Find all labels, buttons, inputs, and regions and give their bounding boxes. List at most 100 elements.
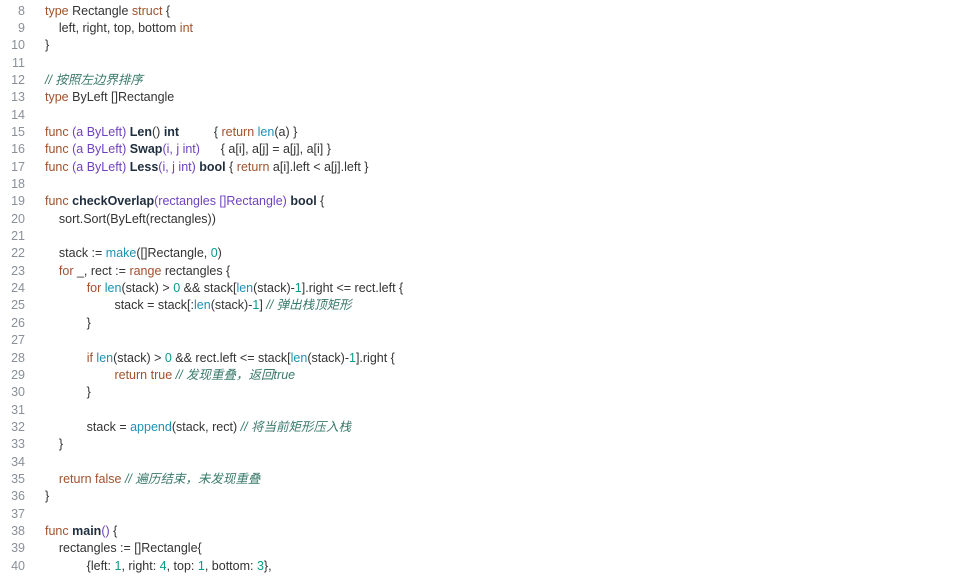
code-text: rectangles := []Rectangle{ — [45, 540, 202, 557]
code-token: func — [45, 142, 69, 157]
code-line[interactable]: 24 for len(stack) > 0 && stack[len(stack… — [0, 280, 958, 297]
code-text: } — [45, 436, 63, 453]
code-token: int — [179, 20, 193, 35]
code-line[interactable]: 34 — [0, 454, 958, 471]
line-number: 8 — [18, 3, 25, 18]
code-text: type ByLeft []Rectangle — [45, 89, 174, 106]
code-token: _, rect := — [73, 263, 130, 278]
code-token: 0 — [164, 350, 172, 365]
code-text: } — [45, 384, 91, 401]
code-token: // 发现重叠，返回true — [175, 367, 296, 382]
code-token: (stack)- — [307, 350, 349, 365]
code-token: (a) } — [274, 124, 298, 139]
code-line[interactable]: 26 } — [0, 315, 958, 332]
code-line[interactable]: 31 — [0, 402, 958, 419]
code-token: func — [45, 524, 69, 538]
code-text: } — [45, 488, 49, 505]
line-number: 16 — [11, 142, 25, 157]
code-token: } — [45, 489, 50, 504]
line-number: 17 — [11, 159, 25, 174]
code-text: func main() { — [45, 523, 117, 540]
code-line[interactable]: 35 return false // 遍历结束，未发现重叠 — [0, 471, 958, 488]
code-line[interactable]: 9 left, right, top, bottom int — [0, 20, 958, 37]
code-line[interactable]: 37 — [0, 506, 958, 523]
code-token: range — [129, 263, 162, 278]
code-line[interactable]: 25 stack = stack[:len(stack)-1] // 弹出栈顶矩… — [0, 297, 958, 314]
code-line[interactable]: 28 if len(stack) > 0 && rect.left <= sta… — [0, 350, 958, 367]
code-token: bool — [199, 159, 226, 174]
code-line[interactable]: 19 func checkOverlap(rectangles []Rectang… — [0, 193, 958, 210]
code-text: {left: 1, right: 4, top: 1, bottom: 3}, — [45, 558, 272, 575]
code-token: ByLeft []Rectangle — [68, 90, 175, 105]
code-line[interactable]: 38 func main() { — [0, 523, 958, 540]
code-token: } — [45, 38, 50, 53]
code-line[interactable]: 30 } — [0, 384, 958, 401]
code-line[interactable]: 36} — [0, 488, 958, 505]
code-token: false — [95, 471, 122, 486]
code-token: append — [130, 419, 172, 434]
code-token: (stack) > — [121, 281, 174, 296]
code-line[interactable]: 23 for _, rect := range rectangles { — [0, 263, 958, 280]
line-number: 31 — [11, 402, 25, 417]
code-line[interactable]: 17 func (a ByLeft) Less(i, j int) bool { … — [0, 159, 958, 176]
code-token: stack = — [45, 419, 131, 434]
line-number: 39 — [11, 541, 25, 556]
line-number: 27 — [11, 333, 25, 348]
code-line[interactable]: 40 {left: 1, right: 4, top: 1, bottom: 3… — [0, 558, 958, 575]
code-line[interactable]: 15 func (a ByLeft) Len() int { return len… — [0, 124, 958, 141]
line-number: 38 — [11, 524, 25, 538]
code-token: (stack) > — [113, 350, 165, 365]
code-text: } — [45, 37, 49, 54]
code-text: stack := make([]Rectangle, 0) — [45, 245, 222, 262]
code-text: stack = append(stack, rect) // 将当前矩形压入栈 — [45, 419, 351, 436]
code-line[interactable]: 39 rectangles := []Rectangle{ — [0, 540, 958, 557]
line-number: 34 — [11, 454, 25, 469]
code-line[interactable]: 16 func (a ByLeft) Swap(i, j int) { a[i],… — [0, 141, 958, 158]
line-number: 21 — [11, 229, 25, 244]
code-token: ].right { — [355, 350, 395, 365]
code-token: Rectangle — [68, 3, 132, 18]
code-token: for — [58, 263, 74, 278]
code-line[interactable]: 13 type ByLeft []Rectangle — [0, 89, 958, 106]
code-editor[interactable]: 8 type Rectangle struct {9 left, right, t… — [0, 0, 958, 577]
line-number: 33 — [11, 437, 25, 452]
code-token: len — [96, 350, 114, 365]
code-line[interactable]: 22 stack := make([]Rectangle, 0) — [0, 245, 958, 262]
code-text: // 按照左边界排序 — [45, 72, 143, 89]
code-line[interactable]: 29 return true // 发现重叠，返回true — [0, 367, 958, 384]
code-line[interactable]: 11 — [0, 55, 958, 72]
code-line[interactable]: 32 stack = append(stack, rect) // 将当前矩形压… — [0, 419, 958, 436]
line-number: 18 — [11, 177, 25, 191]
line-number: 13 — [11, 90, 25, 105]
code-line[interactable]: 8 type Rectangle struct { — [0, 3, 958, 20]
code-token: 1 — [197, 558, 205, 573]
code-line[interactable]: 33 } — [0, 436, 958, 453]
code-token: , bottom: — [204, 558, 257, 573]
line-number: 40 — [11, 558, 25, 573]
code-line[interactable]: 14 — [0, 107, 958, 124]
code-token: { — [316, 194, 325, 209]
line-number: 28 — [11, 350, 25, 365]
code-line[interactable]: 12 // 按照左边界排序 — [0, 72, 958, 89]
code-token: } — [45, 385, 91, 400]
code-token: type — [45, 90, 69, 105]
code-token: make — [105, 246, 137, 261]
code-line[interactable]: 18 — [0, 176, 958, 193]
code-token: len — [290, 350, 308, 365]
code-line[interactable]: 21 — [0, 228, 958, 245]
code-token: type — [45, 3, 69, 18]
code-token: , right: — [121, 558, 160, 573]
code-token: ) — [217, 246, 222, 261]
code-line[interactable]: 10} — [0, 37, 958, 54]
code-line[interactable]: 27 — [0, 332, 958, 349]
code-token: struct — [131, 3, 163, 18]
code-token: true — [150, 367, 173, 382]
code-token: { — [109, 524, 118, 538]
code-token: len — [257, 124, 275, 139]
code-line[interactable]: 20 sort.Sort(ByLeft(rectangles)) — [0, 211, 958, 228]
code-token: && rect.left <= stack[ — [171, 350, 291, 365]
code-token: sort.Sort(ByLeft(rectangles)) — [45, 211, 216, 226]
